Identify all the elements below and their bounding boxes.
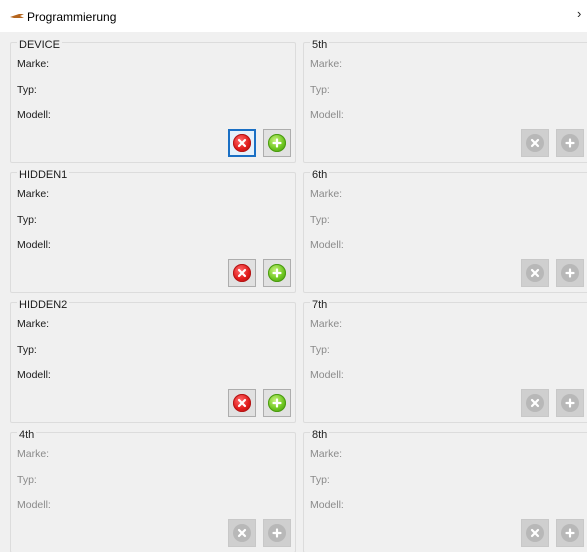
remove-circle-icon <box>233 134 251 152</box>
group-title: 4th <box>17 429 37 441</box>
add-device-button[interactable] <box>263 129 291 157</box>
marke-label: Marke: <box>310 188 343 200</box>
add-device-button <box>556 389 584 417</box>
group-title: HIDDEN2 <box>17 299 70 311</box>
programmierung-window: Programmierung › DEVICE Marke: Typ: Mode… <box>0 0 587 552</box>
remove-device-button[interactable] <box>228 259 256 287</box>
remove-circle-icon <box>526 134 544 152</box>
window-title: Programmierung <box>27 10 117 24</box>
typ-label: Typ: <box>310 344 330 356</box>
remove-circle-icon <box>233 394 251 412</box>
device-slot-group: HIDDEN2 Marke: Typ: Modell: <box>10 299 296 423</box>
add-circle-icon <box>268 264 286 282</box>
device-slot-group: 8th Marke: Typ: Modell: <box>303 429 587 552</box>
device-slots-area: DEVICE Marke: Typ: Modell: HIDDEN1 Marke… <box>0 32 587 552</box>
add-device-button <box>556 129 584 157</box>
device-slot-group: DEVICE Marke: Typ: Modell: <box>10 39 296 163</box>
add-device-button <box>556 259 584 287</box>
typ-label: Typ: <box>310 474 330 486</box>
typ-label: Typ: <box>310 214 330 226</box>
typ-label: Typ: <box>17 84 37 96</box>
marke-label: Marke: <box>310 318 343 330</box>
remove-device-button <box>521 519 549 547</box>
marke-label: Marke: <box>17 318 50 330</box>
modell-label: Modell: <box>310 369 344 381</box>
marke-label: Marke: <box>310 58 343 70</box>
marke-label: Marke: <box>17 188 50 200</box>
add-circle-icon <box>268 394 286 412</box>
modell-label: Modell: <box>17 109 51 121</box>
remove-circle-icon <box>233 264 251 282</box>
modell-label: Modell: <box>310 499 344 511</box>
add-circle-icon <box>268 134 286 152</box>
group-title: 8th <box>310 429 330 441</box>
modell-label: Modell: <box>310 109 344 121</box>
add-circle-icon <box>561 134 579 152</box>
modell-label: Modell: <box>310 239 344 251</box>
add-device-button <box>263 519 291 547</box>
device-slot-group: 5th Marke: Typ: Modell: <box>303 39 587 163</box>
group-title: 7th <box>310 299 330 311</box>
marke-label: Marke: <box>17 58 50 70</box>
group-title: HIDDEN1 <box>17 169 70 181</box>
add-device-button[interactable] <box>263 389 291 417</box>
device-slot-group: 6th Marke: Typ: Modell: <box>303 169 587 293</box>
remove-device-button[interactable] <box>228 389 256 417</box>
marke-label: Marke: <box>17 448 50 460</box>
group-title: 5th <box>310 39 330 51</box>
device-slot-group: HIDDEN1 Marke: Typ: Modell: <box>10 169 296 293</box>
device-slot-group: 7th Marke: Typ: Modell: <box>303 299 587 423</box>
add-device-button[interactable] <box>263 259 291 287</box>
add-circle-icon <box>268 524 286 542</box>
remove-device-button <box>521 259 549 287</box>
remove-circle-icon <box>233 524 251 542</box>
title-bar: Programmierung › <box>0 0 587 32</box>
remove-device-button <box>521 129 549 157</box>
group-title: DEVICE <box>17 39 62 51</box>
remove-device-button <box>228 519 256 547</box>
typ-label: Typ: <box>17 474 37 486</box>
modell-label: Modell: <box>17 369 51 381</box>
app-logo-icon <box>10 14 24 18</box>
device-slot-group: 4th Marke: Typ: Modell: <box>10 429 296 552</box>
group-title: 6th <box>310 169 330 181</box>
add-device-button <box>556 519 584 547</box>
marke-label: Marke: <box>310 448 343 460</box>
add-circle-icon <box>561 264 579 282</box>
remove-circle-icon <box>526 524 544 542</box>
modell-label: Modell: <box>17 239 51 251</box>
remove-circle-icon <box>526 264 544 282</box>
add-circle-icon <box>561 524 579 542</box>
remove-device-button[interactable] <box>228 129 256 157</box>
add-circle-icon <box>561 394 579 412</box>
typ-label: Typ: <box>17 214 37 226</box>
remove-circle-icon <box>526 394 544 412</box>
remove-device-button <box>521 389 549 417</box>
typ-label: Typ: <box>17 344 37 356</box>
close-icon[interactable]: › <box>577 7 587 21</box>
modell-label: Modell: <box>17 499 51 511</box>
typ-label: Typ: <box>310 84 330 96</box>
